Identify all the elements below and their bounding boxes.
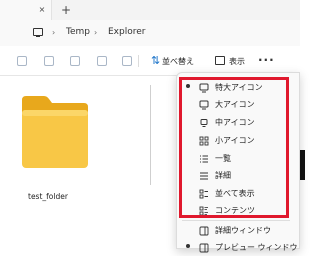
sort-icon[interactable]: ⇅ [151,55,160,67]
share-icon[interactable] [97,56,107,66]
delete-icon[interactable] [122,56,132,66]
panel-icon [199,226,209,236]
selected-bullet-icon [186,84,190,88]
view-button[interactable]: 表示 [229,56,245,67]
paste-icon[interactable] [44,56,54,66]
toolbar-divider [138,55,139,67]
folder-name[interactable]: test_folder [28,192,108,201]
menu-item-extra-large-icons[interactable]: 特大アイコン [176,79,294,96]
menu-item-label: 一覧 [215,154,231,163]
menu-item-small-icons[interactable]: 小アイコン [176,132,294,149]
menu-item-label: 中アイコン [215,118,255,127]
menu-item-label: 小アイコン [215,136,255,145]
list-icon [200,155,208,163]
menu-item-label: プレビュー ウィンドウ [215,243,298,252]
menu-item-label: 並べて表示 [215,189,255,198]
menu-item-preview-pane[interactable]: プレビュー ウィンドウ [176,239,298,256]
copy-icon[interactable] [17,56,27,66]
tiles-icon [199,189,208,199]
grid-icon [199,136,209,146]
monitor-icon [199,83,209,93]
details-icon [200,172,208,180]
tab-bar: × + [0,0,300,20]
menu-item-large-icons[interactable]: 大アイコン [176,96,294,113]
menu-item-list[interactable]: 一覧 [176,150,294,167]
breadcrumb-separator: › [94,28,98,37]
breadcrumb-temp[interactable]: Temp [66,27,90,37]
rename-icon[interactable] [70,56,80,66]
monitor-icon [199,100,209,110]
tab-close-icon[interactable]: × [37,5,47,15]
menu-item-details[interactable]: 詳細 [176,167,294,184]
menu-item-tiles[interactable]: 並べて表示 [176,185,294,202]
menu-item-medium-icons[interactable]: 中アイコン [176,114,294,131]
breadcrumb-separator: › [52,28,56,37]
sort-button[interactable]: 並べ替え [162,56,194,67]
menu-item-content[interactable]: コンテンツ [176,202,294,219]
menu-item-label: コンテンツ [215,206,255,215]
more-options-button[interactable]: ··· [258,53,275,67]
menu-item-label: 大アイコン [215,100,255,109]
content-icon [199,206,208,216]
menu-separator [182,220,290,221]
menu-item-label: 詳細ウィンドウ [215,226,271,235]
folder-icon[interactable] [18,90,92,170]
menu-item-label: 詳細 [215,171,231,180]
this-pc-icon[interactable] [33,28,43,38]
new-tab-icon[interactable]: + [60,4,72,16]
menu-item-details-pane[interactable]: 詳細ウィンドウ [176,222,294,239]
tab-explorer[interactable]: × [0,0,52,20]
menu-item-label: 特大アイコン [215,83,263,92]
panel-icon [199,243,209,253]
breadcrumb-explorer[interactable]: Explorer [108,27,145,37]
monitor-icon [200,119,208,127]
address-bar: › Temp › Explorer [0,20,300,46]
view-icon[interactable] [215,56,225,65]
selected-bullet-icon [186,244,190,248]
